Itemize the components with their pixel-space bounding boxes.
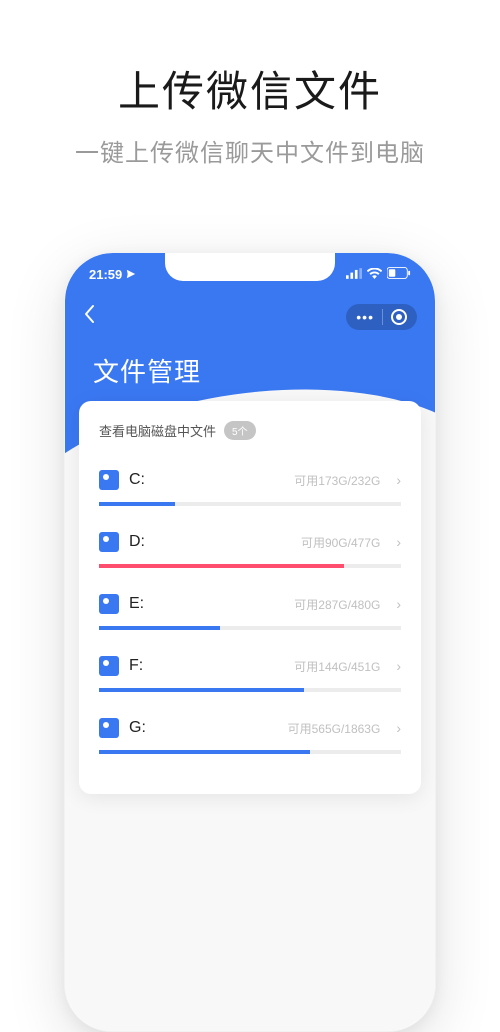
back-button[interactable]: [83, 304, 95, 330]
disk-item[interactable]: G: 可用565G/1863G ›: [99, 706, 401, 768]
disk-icon: [99, 470, 119, 490]
progress-track: [99, 750, 401, 754]
disk-name: G:: [129, 719, 146, 737]
chevron-right-icon: ›: [396, 720, 401, 736]
disk-icon: [99, 656, 119, 676]
page-title: 文件管理: [93, 352, 201, 389]
progress-fill: [99, 626, 220, 630]
phone-screen: 21:59 •••: [65, 253, 435, 1031]
disk-usage-label: 可用173G/232G: [294, 472, 380, 489]
disk-card: 查看电脑磁盘中文件 5个 C: 可用173G/232G › D: 可用90G/4…: [79, 401, 421, 794]
wifi-icon: [367, 267, 382, 282]
disk-usage-label: 可用565G/1863G: [288, 720, 381, 737]
progress-track: [99, 688, 401, 692]
card-header: 查看电脑磁盘中文件 5个: [99, 421, 401, 440]
disk-icon: [99, 718, 119, 738]
progress-fill: [99, 564, 344, 568]
progress-fill: [99, 502, 175, 506]
disk-name: F:: [129, 657, 143, 675]
chevron-right-icon: ›: [396, 534, 401, 550]
signal-icon: [346, 267, 362, 282]
card-header-title: 查看电脑磁盘中文件: [99, 421, 216, 440]
disk-name: D:: [129, 533, 145, 551]
count-badge: 5个: [224, 421, 256, 440]
battery-icon: [387, 267, 411, 282]
nav-actions: •••: [346, 304, 417, 330]
marketing-subtitle: 一键上传微信聊天中文件到电脑: [0, 133, 500, 168]
disk-icon: [99, 532, 119, 552]
chevron-right-icon: ›: [396, 472, 401, 488]
disk-usage-label: 可用90G/477G: [301, 534, 380, 551]
disk-icon: [99, 594, 119, 614]
progress-track: [99, 564, 401, 568]
marketing-title: 上传微信文件: [0, 58, 500, 119]
phone-frame: 21:59 •••: [64, 252, 436, 1032]
progress-fill: [99, 750, 310, 754]
disk-name: C:: [129, 471, 145, 489]
nav-divider: [382, 309, 383, 325]
disk-usage-label: 可用287G/480G: [294, 596, 380, 613]
status-time: 21:59: [89, 267, 122, 282]
disk-list: C: 可用173G/232G › D: 可用90G/477G › E: 可用28…: [99, 458, 401, 768]
progress-fill: [99, 688, 304, 692]
chevron-right-icon: ›: [396, 596, 401, 612]
disk-item[interactable]: F: 可用144G/451G ›: [99, 644, 401, 706]
location-icon: [126, 267, 136, 282]
more-icon[interactable]: •••: [356, 309, 374, 325]
disk-item[interactable]: C: 可用173G/232G ›: [99, 458, 401, 520]
disk-item[interactable]: E: 可用287G/480G ›: [99, 582, 401, 644]
disk-usage-label: 可用144G/451G: [294, 658, 380, 675]
disk-item[interactable]: D: 可用90G/477G ›: [99, 520, 401, 582]
status-bar: 21:59: [65, 264, 435, 284]
disk-name: E:: [129, 595, 144, 613]
target-icon[interactable]: [391, 309, 407, 325]
chevron-right-icon: ›: [396, 658, 401, 674]
nav-bar: •••: [65, 295, 435, 339]
progress-track: [99, 626, 401, 630]
progress-track: [99, 502, 401, 506]
